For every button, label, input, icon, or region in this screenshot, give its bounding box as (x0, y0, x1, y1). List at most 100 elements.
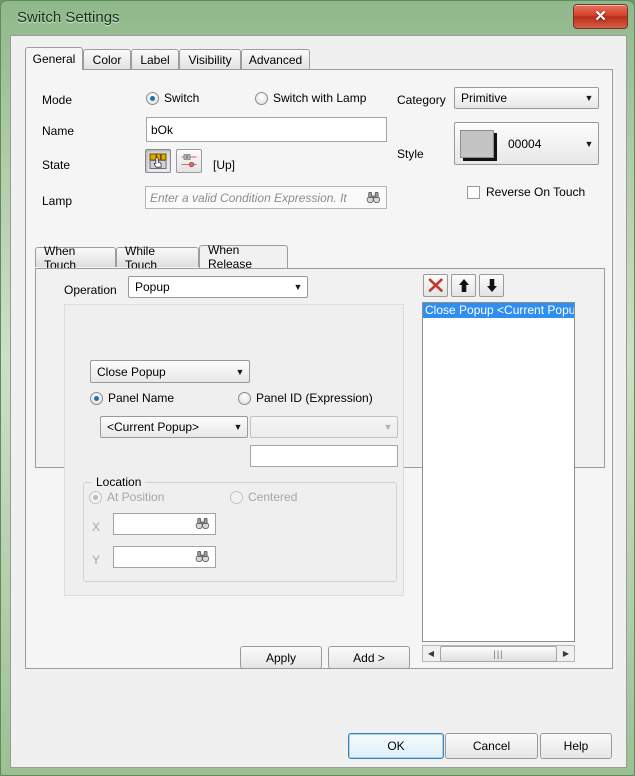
cancel-button-label: Cancel (472, 739, 511, 753)
radio-indicator (230, 490, 243, 504)
radio-centered-label: Centered (248, 490, 298, 504)
category-combo[interactable]: Primitive ▼ (454, 87, 599, 109)
radio-panel-id[interactable]: Panel ID (Expression) (238, 391, 373, 405)
checkbox-indicator (467, 185, 480, 199)
tab-advanced[interactable]: Advanced (241, 49, 310, 69)
popup-action-value: Close Popup (97, 364, 166, 379)
tab-color-label: Color (92, 52, 122, 67)
action-panel-container: Operation Popup ▼ Close Popup ▼ Panel Na… (35, 268, 605, 669)
move-down-icon (486, 279, 497, 292)
chevron-down-icon: ▼ (293, 282, 303, 292)
chevron-down-icon: ▼ (584, 138, 594, 149)
help-button-label: Help (563, 739, 589, 753)
ok-button-label: OK (387, 739, 405, 753)
scrollbar-thumb[interactable]: ||| (440, 645, 557, 662)
panel-id-expression-input[interactable] (250, 445, 398, 467)
style-label: Style (397, 147, 424, 161)
y-label: Y (92, 553, 101, 567)
style-combo[interactable]: 00004 ▼ (454, 122, 599, 165)
tab-while-touch[interactable]: While Touch (116, 244, 199, 272)
mode-label: Mode (42, 93, 73, 107)
close-icon: ✕ (594, 8, 607, 25)
state-lever-button[interactable] (176, 149, 202, 173)
lamp-label: Lamp (42, 194, 73, 208)
delete-action-button[interactable] (423, 274, 448, 297)
action-list-hscrollbar[interactable]: ◀ ||| ▶ (422, 645, 575, 662)
tab-general[interactable]: General (25, 47, 83, 70)
window-title: Switch Settings (17, 9, 120, 26)
style-value: 00004 (508, 136, 542, 151)
chevron-down-icon: ▼ (584, 93, 594, 103)
radio-indicator (238, 391, 251, 405)
panel-name-value: <Current Popup> (107, 420, 200, 434)
y-input[interactable] (113, 546, 216, 568)
tab-when-release[interactable]: When Release (199, 243, 288, 271)
panel-id-combo[interactable]: ▼ (250, 416, 398, 438)
panel-name-combo[interactable]: <Current Popup> ▼ (100, 416, 248, 438)
name-value: bOk (151, 122, 174, 137)
help-button[interactable]: Help (540, 733, 612, 759)
reverse-on-touch-checkbox[interactable]: Reverse On Touch (467, 185, 585, 199)
state-label: State (42, 158, 71, 172)
x-label: X (92, 520, 101, 534)
style-preview-swatch (460, 129, 494, 158)
radio-at-position[interactable]: At Position (89, 490, 164, 504)
scroll-left-icon[interactable]: ◀ (423, 646, 439, 661)
apply-button[interactable]: Apply (240, 646, 322, 669)
move-down-button[interactable] (479, 274, 504, 297)
state-touch-button[interactable] (145, 149, 171, 173)
operation-label: Operation (64, 283, 117, 297)
radio-mode-switch-label: Switch (164, 91, 200, 105)
binoculars-icon (195, 551, 210, 563)
radio-panel-name-label: Panel Name (108, 391, 175, 405)
category-value: Primitive (461, 91, 508, 105)
radio-mode-switch-with-lamp-label: Switch with Lamp (273, 91, 367, 105)
action-listbox[interactable]: Close Popup <Current Popup> (422, 302, 575, 642)
chevron-down-icon: ▼ (235, 366, 245, 377)
cancel-button[interactable]: Cancel (445, 733, 538, 759)
lamp-expression-input[interactable]: Enter a valid Condition Expression. It (145, 186, 387, 209)
radio-centered[interactable]: Centered (230, 490, 297, 504)
radio-mode-switch-with-lamp[interactable]: Switch with Lamp (255, 91, 366, 105)
operation-combo[interactable]: Popup ▼ (128, 276, 308, 298)
move-up-button[interactable] (451, 274, 476, 297)
tab-visibility[interactable]: Visibility (179, 49, 241, 69)
tab-label[interactable]: Label (131, 49, 179, 69)
category-label: Category (397, 93, 446, 107)
chevron-down-icon: ▼ (233, 422, 243, 432)
radio-at-position-label: At Position (107, 490, 165, 504)
list-item[interactable]: Close Popup <Current Popup> (423, 303, 574, 318)
radio-mode-switch[interactable]: Switch (146, 91, 199, 105)
state-value: [Up] (213, 158, 236, 172)
binoculars-icon (366, 191, 381, 203)
add-button[interactable]: Add > (328, 646, 410, 669)
x-input[interactable] (113, 513, 216, 535)
expression-editor-icon[interactable] (194, 550, 211, 565)
tab-color[interactable]: Color (83, 49, 131, 69)
expression-editor-icon[interactable] (365, 190, 382, 205)
tab-general-label: General (32, 52, 76, 66)
tab-visibility-label: Visibility (188, 52, 232, 67)
name-input[interactable]: bOk (146, 117, 387, 142)
close-window-button[interactable]: ✕ (573, 4, 628, 29)
tab-advanced-label: Advanced (248, 52, 303, 67)
tab-when-touch[interactable]: When Touch (35, 244, 116, 272)
scroll-right-icon[interactable]: ▶ (558, 646, 574, 661)
radio-indicator (146, 91, 159, 105)
ok-button[interactable]: OK (348, 733, 444, 759)
name-label: Name (42, 124, 75, 138)
delete-icon (428, 278, 443, 292)
reverse-on-touch-label: Reverse On Touch (486, 185, 586, 199)
chevron-down-icon: ▼ (383, 422, 393, 432)
radio-panel-name[interactable]: Panel Name (90, 391, 174, 405)
radio-indicator (90, 391, 103, 405)
tab-when-release-label: When Release (208, 243, 253, 271)
binoculars-icon (195, 518, 210, 530)
location-group-title: Location (92, 475, 146, 489)
expression-editor-icon[interactable] (194, 517, 211, 532)
popup-action-combo[interactable]: Close Popup ▼ (90, 360, 250, 383)
general-tab-panel: Mode Switch Switch with Lamp Category Pr… (25, 69, 613, 669)
operation-value: Popup (135, 280, 170, 294)
radio-indicator (255, 91, 268, 105)
dialog-client-area: General Color Label Visibility Advanced … (10, 35, 627, 768)
